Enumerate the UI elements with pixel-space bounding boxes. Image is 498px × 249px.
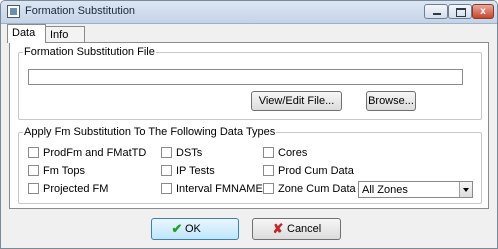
checkbox-label: Zone Cum Data	[278, 183, 356, 195]
checkbox-label: Interval FMNAME	[176, 183, 263, 195]
file-group-legend: Formation Substitution File	[24, 46, 155, 58]
browse-button[interactable]: Browse...	[366, 91, 416, 111]
tab-info[interactable]: Info	[45, 26, 85, 43]
data-types-group-legend: Apply Fm Substitution To The Following D…	[24, 126, 276, 138]
x-icon: ✘	[272, 221, 284, 236]
close-button[interactable]: x	[472, 4, 494, 19]
checkbox-label: Prod Cum Data	[278, 165, 354, 177]
checkbox-box[interactable]	[263, 165, 274, 176]
cancel-button-label: Cancel	[287, 223, 322, 235]
tab-data[interactable]: Data	[7, 24, 46, 43]
checkbox-label: Cores	[278, 147, 308, 159]
checkbox-label: IP Tests	[176, 165, 215, 177]
cancel-button[interactable]: ✘ Cancel	[252, 218, 341, 240]
checkbox-label: ProdFm and FMatTD	[43, 147, 147, 159]
ok-button[interactable]: ✔ OK	[151, 218, 239, 240]
checkbox-label: Projected FM	[43, 183, 109, 195]
checkbox-label: DSTs	[176, 147, 203, 159]
minimize-button[interactable]	[424, 4, 448, 19]
maximize-button[interactable]	[448, 4, 472, 19]
checkbox-label: Fm Tops	[43, 165, 85, 177]
checkbox-box[interactable]	[28, 147, 39, 158]
check-icon: ✔	[171, 221, 183, 236]
chevron-down-icon[interactable]	[459, 182, 472, 197]
checkbox-box[interactable]	[28, 183, 39, 194]
checkbox-box[interactable]	[28, 165, 39, 176]
checkbox-box[interactable]	[263, 183, 274, 194]
checkbox-box[interactable]	[161, 165, 172, 176]
window-title: Formation Substitution	[25, 5, 136, 17]
view-edit-file-button[interactable]: View/Edit File...	[251, 91, 342, 111]
zone-select-value: All Zones	[362, 184, 408, 196]
checkbox-box[interactable]	[161, 147, 172, 158]
dialog-window: Formation Substitution x Data Info Forma…	[0, 0, 498, 249]
checkbox-box[interactable]	[263, 147, 274, 158]
title-bar[interactable]: Formation Substitution x	[1, 1, 497, 24]
ok-button-label: OK	[185, 223, 201, 235]
file-path-input[interactable]	[28, 69, 463, 85]
checkbox-box[interactable]	[161, 183, 172, 194]
app-icon	[7, 5, 20, 18]
zone-select[interactable]: All Zones	[358, 181, 473, 198]
